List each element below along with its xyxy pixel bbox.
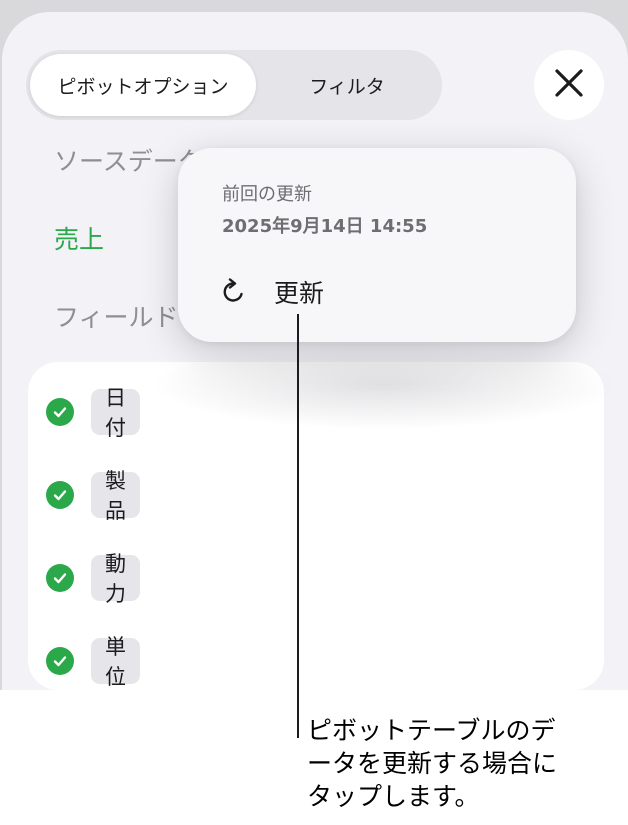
segmented-control: ピボットオプション フィルタ [26,50,442,120]
source-data-value[interactable]: 売上 [54,220,104,256]
tab-filter[interactable]: フィルタ [256,54,438,116]
tab-pivot-options[interactable]: ピボットオプション [30,54,256,116]
screen-frame: ピボットオプション フィルタ ソースデータ 売上 フィールド 日付 製品 動力 … [0,0,628,690]
refresh-button[interactable]: 更新 [218,274,324,310]
callout-line-3: タップします。 [307,782,480,811]
refresh-popover: 前回の更新 2025年9月14日 14:55 更新 [178,148,576,342]
close-icon [554,68,584,102]
refresh-button-label: 更新 [274,279,325,308]
checkmark-circle-icon[interactable] [46,564,74,592]
last-refresh-date: 2025年9月14日 14:55 [222,216,428,237]
field-chip[interactable]: 日付 [91,386,140,440]
callout-line [297,314,299,738]
popover-shadow [150,340,620,430]
field-chip[interactable]: 動力 [91,552,140,606]
field-chip[interactable]: 単位 [91,635,140,689]
callout-line-2: ータを更新する場合に [307,749,558,778]
field-chip[interactable]: 製品 [91,469,140,523]
checkmark-circle-icon[interactable] [46,647,74,675]
refresh-icon [218,276,250,308]
fields-heading: フィールド [54,303,179,332]
checkmark-circle-icon[interactable] [46,481,74,509]
close-button[interactable] [534,50,604,120]
callout-caption: ピボットテーブルのデ ータを更新する場合に タップします。 [307,714,607,813]
last-refresh-label: 前回の更新 [222,184,312,205]
checkmark-circle-icon[interactable] [46,398,74,426]
callout-line-1: ピボットテーブルのデ [307,716,556,745]
